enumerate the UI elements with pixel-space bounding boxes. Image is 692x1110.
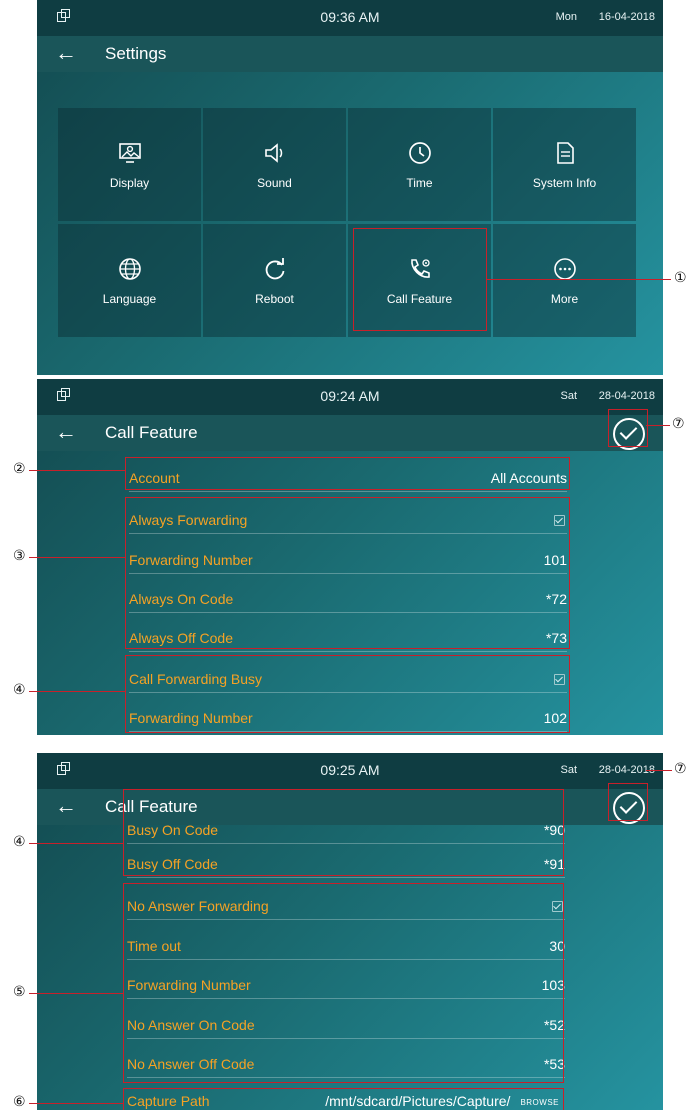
- callout-2: ②: [13, 461, 26, 477]
- callout-line-5: [29, 993, 123, 994]
- callout-7b: ⑦: [674, 761, 687, 777]
- tile-system-info[interactable]: System Info: [493, 108, 636, 221]
- highlight-no-answer: [123, 883, 564, 1083]
- tile-label: Time: [406, 176, 433, 190]
- highlight-confirm: [608, 783, 648, 821]
- status-bar: 09:24 AM Sat 28-04-2018: [37, 379, 663, 415]
- tile-label: Display: [109, 176, 150, 190]
- back-arrow-icon[interactable]: ←: [55, 420, 77, 444]
- callout-line-4: [29, 691, 125, 692]
- callout-line-1: [486, 279, 671, 280]
- globe-icon: [119, 258, 141, 280]
- tile-label: Sound: [257, 176, 292, 190]
- highlight-always-forwarding: [125, 497, 570, 649]
- callout-line-7b: [646, 770, 672, 771]
- status-day: Mon: [555, 11, 577, 23]
- page-title: Call Feature: [105, 423, 198, 442]
- title-bar: ← Settings: [37, 36, 663, 72]
- status-date: 28-04-2018: [598, 390, 655, 402]
- display-icon: [119, 143, 141, 163]
- tile-reboot[interactable]: Reboot: [203, 224, 346, 337]
- highlight-confirm: [608, 409, 648, 447]
- callout-line-6: [29, 1103, 123, 1104]
- tile-display[interactable]: Display: [58, 108, 201, 221]
- callout-3: ③: [13, 548, 26, 564]
- settings-screen: 09:36 AM Mon 16-04-2018 ← Settings Displ…: [37, 0, 663, 375]
- call-feature-screen-1: 09:24 AM Sat 28-04-2018 ← Call Feature A…: [37, 379, 663, 735]
- highlight-busy-codes: [123, 789, 564, 876]
- system-info-icon: [557, 142, 574, 164]
- status-day: Sat: [560, 390, 577, 402]
- callout-line-4b: [29, 843, 123, 844]
- tile-language[interactable]: Language: [58, 224, 201, 337]
- callout-1: ①: [674, 270, 687, 286]
- highlight-account: [125, 457, 570, 490]
- status-bar: 09:36 AM Mon 16-04-2018: [37, 0, 663, 36]
- callout-7a: ⑦: [672, 416, 685, 432]
- tile-label: System Info: [532, 176, 597, 190]
- tile-time[interactable]: Time: [348, 108, 491, 221]
- callout-line-2: [29, 470, 125, 471]
- callout-4b: ④: [13, 834, 26, 850]
- tile-label: Language: [102, 292, 157, 306]
- settings-grid: Display Sound Time System Info Language …: [58, 108, 636, 337]
- tile-label: More: [550, 292, 579, 306]
- back-arrow-icon[interactable]: ←: [55, 41, 77, 65]
- sound-icon: [265, 143, 283, 163]
- highlight-call-feature: [353, 228, 487, 331]
- status-day: Sat: [560, 764, 577, 776]
- back-arrow-icon[interactable]: ←: [55, 794, 77, 818]
- status-bar: 09:25 AM Sat 28-04-2018: [37, 753, 663, 789]
- callout-4: ④: [13, 682, 26, 698]
- reboot-icon: [265, 258, 285, 280]
- title-bar: ← Call Feature: [37, 415, 663, 451]
- callout-6: ⑥: [13, 1094, 26, 1110]
- status-date: 16-04-2018: [598, 11, 655, 23]
- tile-sound[interactable]: Sound: [203, 108, 346, 221]
- callout-line-3: [29, 557, 125, 558]
- page-title: Settings: [105, 44, 167, 63]
- highlight-busy-forwarding: [125, 655, 570, 733]
- tile-more[interactable]: More: [493, 224, 636, 337]
- clock-icon: [409, 142, 431, 164]
- callout-line-7a: [646, 425, 670, 426]
- highlight-capture-path: [123, 1088, 564, 1110]
- tile-label: Reboot: [255, 292, 294, 306]
- callout-5: ⑤: [13, 984, 26, 1000]
- call-feature-screen-2: 09:25 AM Sat 28-04-2018 ← Call Feature B…: [37, 753, 663, 1110]
